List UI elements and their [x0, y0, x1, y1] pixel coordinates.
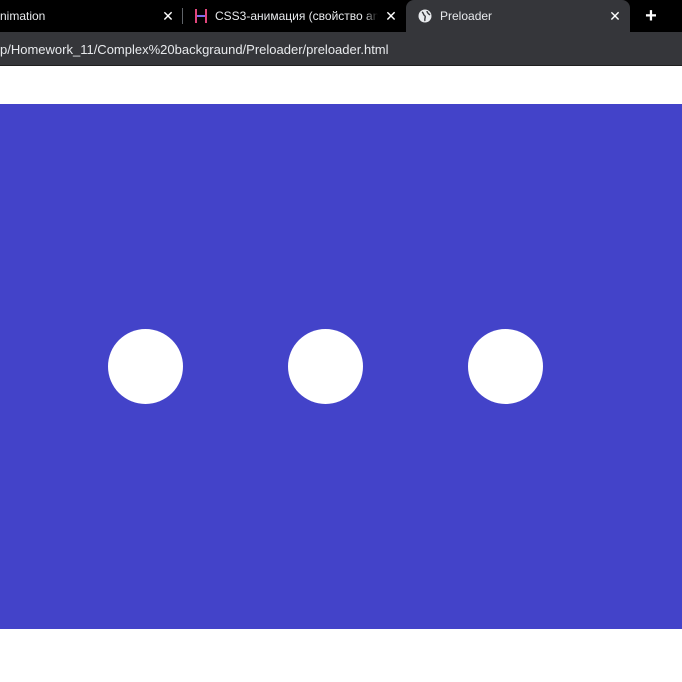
- close-icon[interactable]: ✕: [383, 0, 399, 32]
- tab-bar: nimation ✕ CSS3-анимация (свойство anima…: [0, 0, 682, 32]
- preloader-dot: [108, 329, 183, 404]
- tab-preloader[interactable]: Preloader ✕: [406, 0, 630, 32]
- close-icon[interactable]: ✕: [160, 0, 176, 32]
- htmlacademy-favicon-icon: [195, 9, 207, 23]
- tab-title: Preloader: [440, 9, 493, 23]
- address-bar[interactable]: p/Homework_11/Complex%20backgraund/Prelo…: [0, 32, 389, 66]
- tab-css3-animation[interactable]: CSS3-анимация (свойство animation) ✕: [183, 0, 405, 32]
- preloader-dot: [468, 329, 543, 404]
- plus-icon[interactable]: +: [636, 0, 666, 32]
- close-icon[interactable]: ✕: [607, 0, 623, 32]
- preloader-dot: [288, 329, 363, 404]
- preloader-stage: [0, 104, 682, 629]
- page-viewport: [0, 66, 682, 682]
- tab-title: nimation: [0, 9, 46, 23]
- address-toolbar: p/Homework_11/Complex%20backgraund/Prelo…: [0, 32, 682, 66]
- tab-title: CSS3-анимация (свойство animation): [215, 9, 378, 23]
- globe-icon: [418, 9, 432, 23]
- tab-animation[interactable]: nimation ✕: [0, 0, 182, 32]
